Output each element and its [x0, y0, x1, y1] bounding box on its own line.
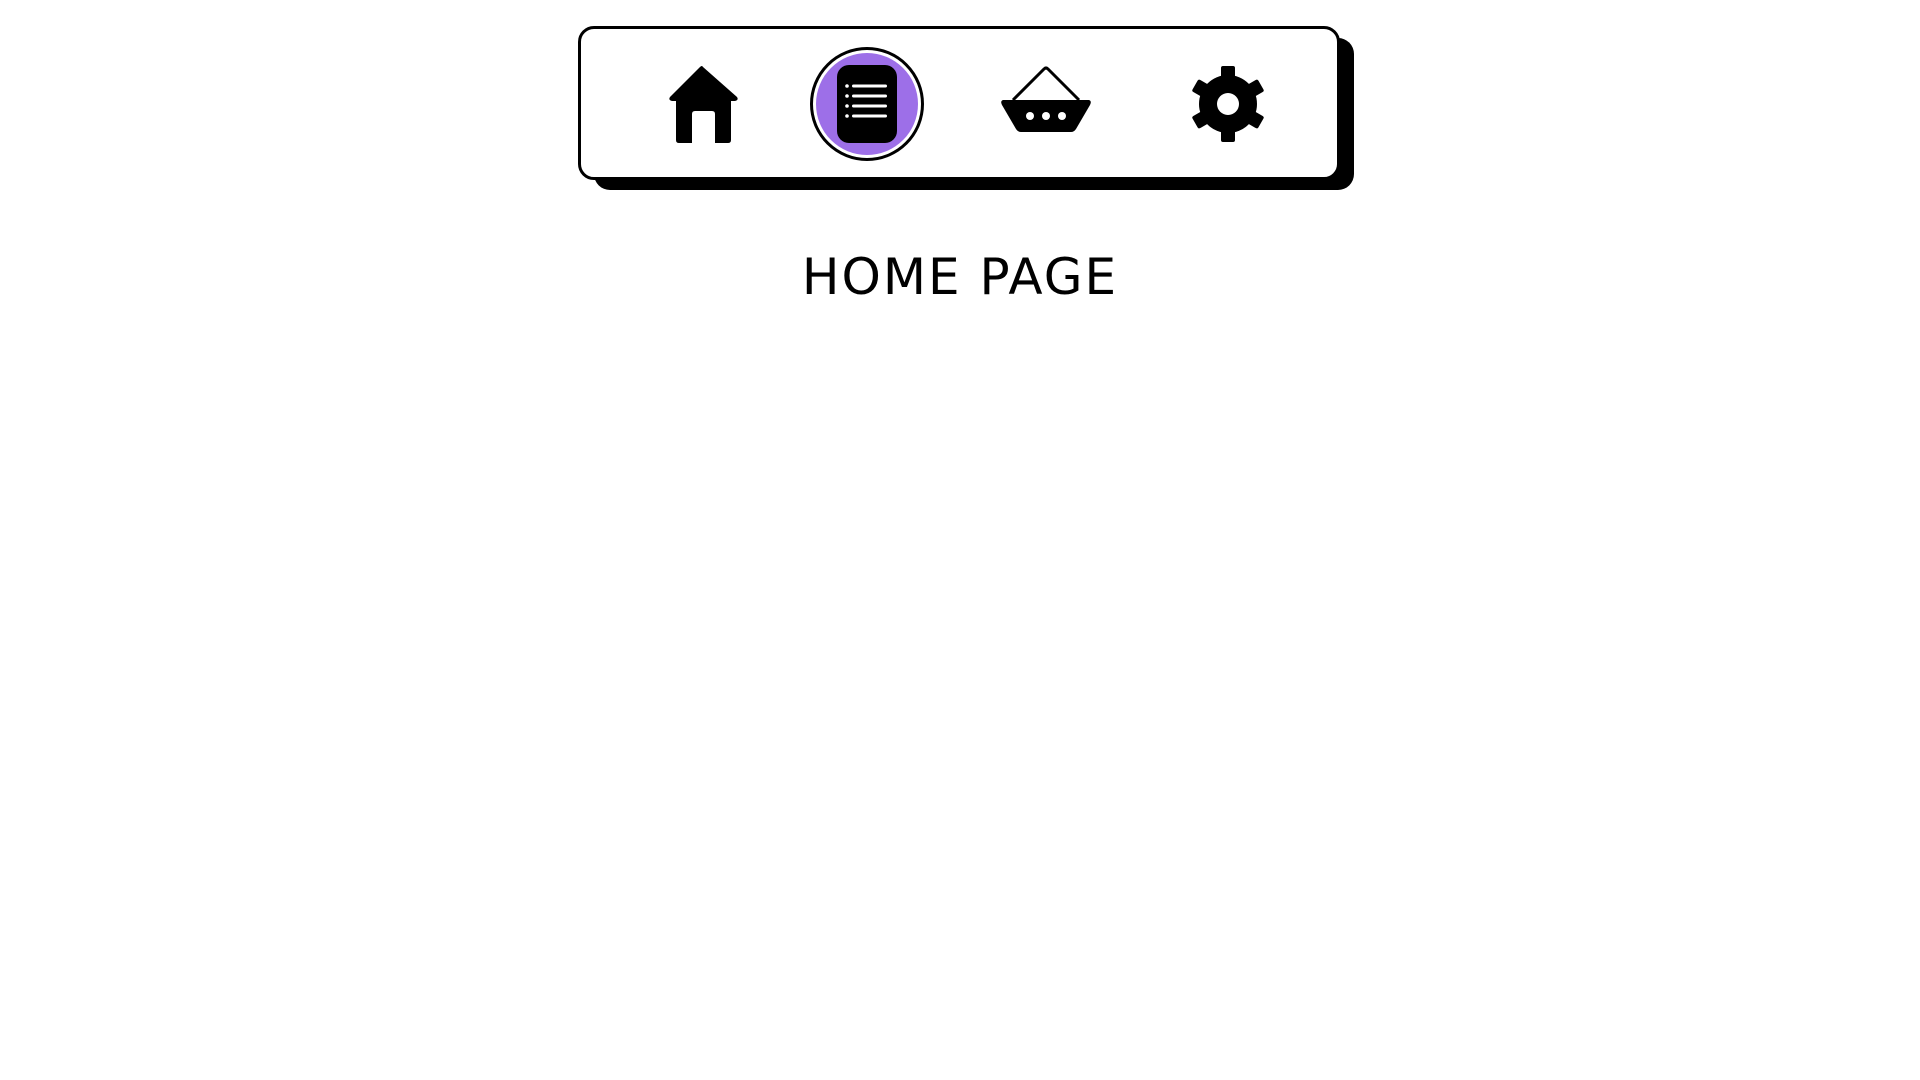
basket-icon: [999, 64, 1093, 144]
home-icon: [665, 64, 741, 144]
nav-item-list[interactable]: [810, 47, 924, 161]
nav-item-basket[interactable]: [989, 47, 1103, 161]
nav-bar: [578, 26, 1340, 180]
page-title: HOME PAGE: [801, 248, 1119, 306]
document-list-icon: [836, 64, 898, 144]
nav-item-settings[interactable]: [1171, 47, 1285, 161]
nav-item-home[interactable]: [646, 47, 760, 161]
gear-icon: [1188, 64, 1268, 144]
